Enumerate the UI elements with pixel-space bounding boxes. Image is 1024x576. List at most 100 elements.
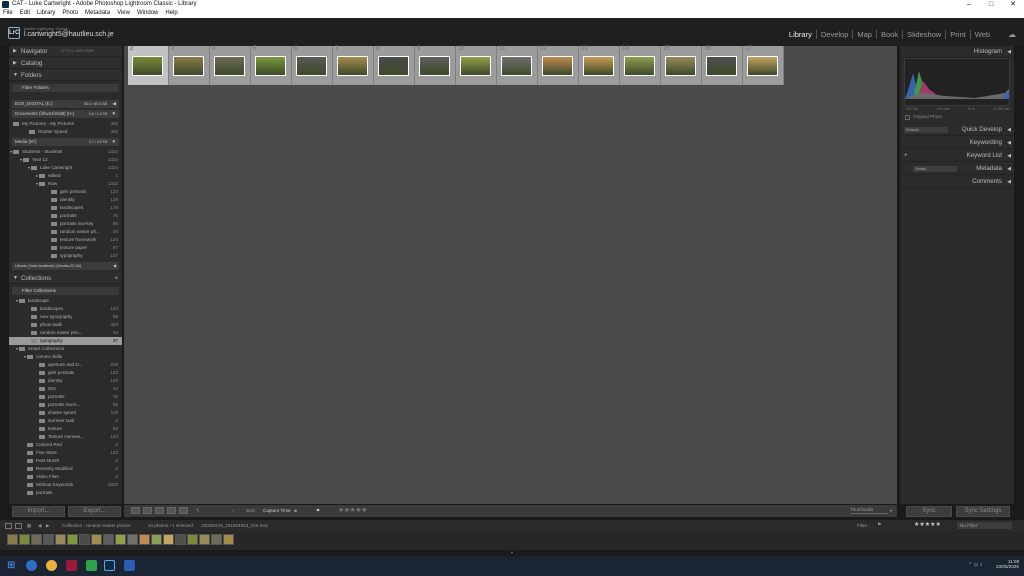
- import-button[interactable]: Import...: [12, 506, 65, 517]
- histogram-header[interactable]: Histogram ◀: [900, 46, 1014, 58]
- grid-cell[interactable]: 6: [292, 46, 333, 85]
- grid-cell[interactable]: 7: [333, 46, 374, 85]
- grid-cell[interactable]: 8: [374, 46, 415, 85]
- filmstrip-source[interactable]: Collection : random easter photos: [62, 523, 131, 528]
- collection-item[interactable]: aperture and D... 228: [9, 361, 122, 369]
- filmstrip-thumbnail[interactable]: [163, 534, 174, 545]
- filmstrip-thumbnail[interactable]: [115, 534, 126, 545]
- filmstrip-thumbnail[interactable]: [55, 534, 66, 545]
- disclosure-icon[interactable]: ▾: [9, 297, 19, 305]
- collections-header[interactable]: ▼ Collections +: [9, 273, 122, 284]
- collection-item[interactable]: Video Files 0: [9, 473, 122, 481]
- photo-thumbnail[interactable]: [132, 56, 163, 76]
- grid-view-icon[interactable]: [131, 507, 140, 514]
- folder-item[interactable]: gels portraits 123: [9, 188, 122, 196]
- filmstrip-thumbnail[interactable]: [175, 534, 186, 545]
- photo-thumbnail[interactable]: [337, 56, 368, 76]
- collection-item[interactable]: Colored Red 0: [9, 441, 122, 449]
- collection-item[interactable]: Without Keywords 1603: [9, 481, 122, 489]
- original-photo-checkbox[interactable]: [905, 115, 910, 120]
- collection-item[interactable]: portraits 75: [9, 393, 122, 401]
- folder-item[interactable]: random easter ph... 34: [9, 228, 122, 236]
- module-slideshow[interactable]: Slideshow: [902, 30, 945, 39]
- module-library[interactable]: Library: [785, 30, 816, 39]
- metadata-header[interactable]: Default Metadata ◀: [900, 163, 1014, 175]
- filmstrip-thumbnail[interactable]: [211, 534, 222, 545]
- sort-select[interactable]: Capture Time: [263, 508, 291, 513]
- photo-thumbnail[interactable]: [378, 56, 409, 76]
- volume-eos-arrow-icon[interactable]: ◀: [113, 100, 116, 108]
- keywording-header[interactable]: Keywording ◀: [900, 137, 1014, 149]
- search-icon[interactable]: [26, 560, 37, 571]
- office-icon[interactable]: [66, 560, 77, 571]
- collection-item[interactable]: ▾ Smart Collections: [9, 345, 122, 353]
- collection-item[interactable]: portraits low-k... 85: [9, 401, 122, 409]
- filmstrip-thumbnail[interactable]: [187, 534, 198, 545]
- minimize-icon[interactable]: –: [958, 0, 980, 9]
- people-view-icon[interactable]: [179, 507, 188, 514]
- photo-thumbnail[interactable]: [255, 56, 286, 76]
- collection-item[interactable]: new typography 98: [9, 313, 122, 321]
- collection-item[interactable]: identity 128: [9, 377, 122, 385]
- chrome-icon[interactable]: [46, 560, 57, 571]
- photo-thumbnail[interactable]: [419, 56, 450, 76]
- folder-item[interactable]: texture paper 87: [9, 244, 122, 252]
- volume-documents[interactable]: Documents (\\fsvs1\\Sd$) (H:) 0.6 / 1.6 T…: [12, 110, 119, 118]
- filmstrip-thumbnail[interactable]: [199, 534, 210, 545]
- collection-item[interactable]: shutter speed 119: [9, 409, 122, 417]
- volume-media-arrow-icon[interactable]: ▼: [112, 138, 116, 146]
- folder-item[interactable]: identity 128: [9, 196, 122, 204]
- module-map[interactable]: Map: [852, 30, 876, 39]
- quick-develop-header[interactable]: Defaults Quick Develop ◀: [900, 124, 1014, 136]
- collection-item[interactable]: photo walk 463: [9, 321, 122, 329]
- disclosure-icon[interactable]: ▾: [9, 156, 23, 164]
- catalog-header[interactable]: ▶ Catalog: [9, 58, 122, 69]
- disclosure-icon[interactable]: ▾: [9, 164, 31, 172]
- metadata-preset[interactable]: Default: [913, 166, 957, 172]
- photo-thumbnail[interactable]: [706, 56, 737, 76]
- collection-item[interactable]: Past Month 0: [9, 457, 122, 465]
- menu-photo[interactable]: Photo: [62, 9, 78, 18]
- filmstrip-thumbnail[interactable]: [43, 534, 54, 545]
- folder-item[interactable]: ▾ Luke Cartwright 1334: [9, 164, 122, 172]
- photo-thumbnail[interactable]: [665, 56, 696, 76]
- module-web[interactable]: Web: [969, 30, 994, 39]
- folder-item[interactable]: typography 107: [9, 252, 122, 260]
- menu-metadata[interactable]: Metadata: [85, 9, 110, 18]
- volume-media[interactable]: Media (M:) 0.7 / 3.6 TB ▼: [12, 138, 119, 146]
- collection-item[interactable]: Texture Homew... 124: [9, 433, 122, 441]
- collection-item[interactable]: ▾ comms skills: [9, 353, 122, 361]
- filmstrip-thumbnail[interactable]: [223, 534, 234, 545]
- filter-select[interactable]: No Filter: [957, 522, 1012, 529]
- grid-cell[interactable]: 4: [210, 46, 251, 85]
- filmstrip-thumbnail[interactable]: [91, 534, 102, 545]
- painter-icon[interactable]: ✎: [196, 508, 200, 514]
- clock[interactable]: 11:08 23/05/2025: [996, 559, 1019, 569]
- right-edge[interactable]: [1015, 46, 1024, 504]
- volume-eos[interactable]: EOS_DIGITAL (E:) 80.1 / 60.0 GB ◀: [12, 100, 119, 108]
- photo-thumbnail[interactable]: [583, 56, 614, 76]
- flag-icon[interactable]: ⚑: [316, 508, 320, 514]
- menu-view[interactable]: View: [117, 9, 130, 18]
- grid-icon[interactable]: ▦: [27, 523, 31, 529]
- photo-thumbnail[interactable]: [747, 56, 778, 76]
- grid-cell[interactable]: 5: [251, 46, 292, 85]
- folder-item[interactable]: ▾ Raw 1333: [9, 180, 122, 188]
- collection-item[interactable]: Recently Modified 0: [9, 465, 122, 473]
- volume-ubuntu[interactable]: Ubuntu (\\wsl.localhost) (Ubuntu-22.04) ◀: [12, 262, 119, 270]
- grid-cell[interactable]: 13: [579, 46, 620, 85]
- grid-cell[interactable]: 16: [702, 46, 743, 85]
- word-icon[interactable]: [124, 560, 135, 571]
- collection-item[interactable]: ▾ landscape: [9, 297, 122, 305]
- filter-folders[interactable]: Filter Folders: [12, 84, 119, 92]
- grid-cell[interactable]: 14: [620, 46, 661, 85]
- filmstrip-thumbnail[interactable]: [127, 534, 138, 545]
- filmstrip-thumbnail[interactable]: [79, 534, 90, 545]
- thumbnail-size-slider[interactable]: [850, 513, 888, 514]
- grid-cell[interactable]: 12: [538, 46, 579, 85]
- grid-cell[interactable]: 11: [497, 46, 538, 85]
- menu-library[interactable]: Library: [37, 9, 55, 18]
- filmstrip-thumbnail[interactable]: [19, 534, 30, 545]
- filmstrip-thumbnail[interactable]: [7, 534, 18, 545]
- folder-item[interactable]: portraits low-key 85: [9, 220, 122, 228]
